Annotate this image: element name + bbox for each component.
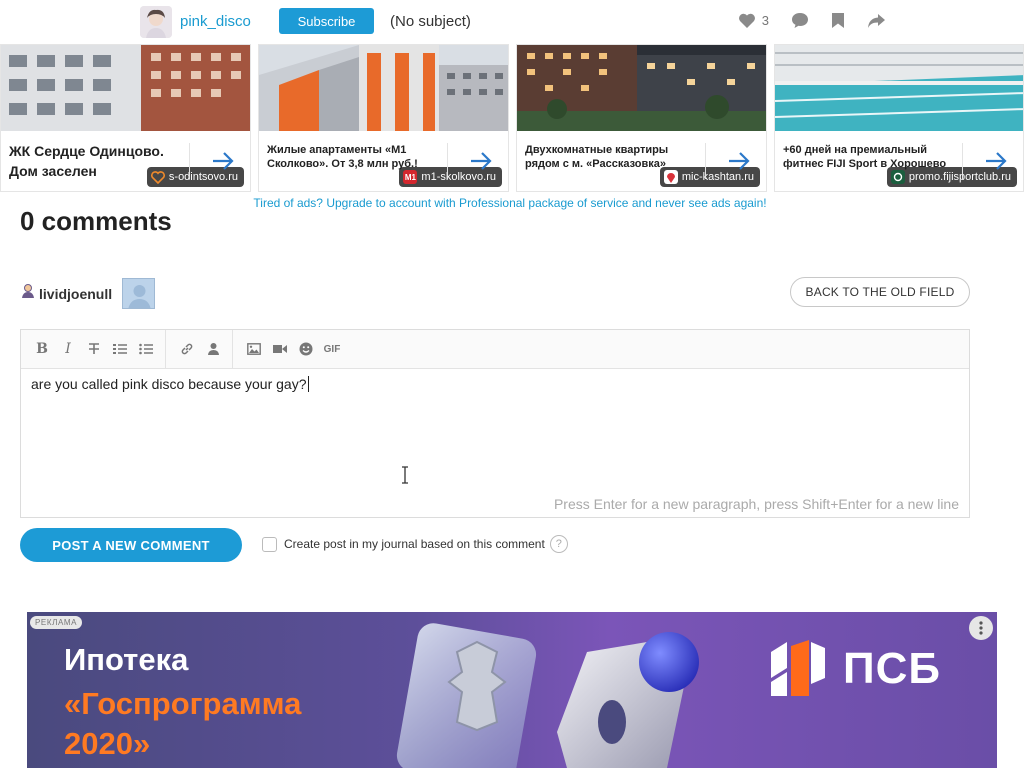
user-mention-button[interactable] xyxy=(200,336,226,362)
strikethrough-button[interactable] xyxy=(81,336,107,362)
banner-ad[interactable]: РЕКЛАМА Ипотека «Госпрограмма 2020» ПСБ xyxy=(27,612,997,768)
author-avatar[interactable] xyxy=(122,278,156,309)
ad-label: РЕКЛАМА xyxy=(30,616,83,629)
author-name[interactable]: lividjoenull xyxy=(39,286,112,302)
comment-author: lividjoenull xyxy=(20,278,156,309)
link-button[interactable] xyxy=(174,336,200,362)
fiji-logo-icon xyxy=(890,170,905,184)
text-caret xyxy=(307,376,309,392)
video-button[interactable] xyxy=(267,336,293,362)
image-icon xyxy=(247,343,261,355)
divider xyxy=(447,143,448,179)
post-subject: (No subject) xyxy=(390,13,471,30)
psb-logo: ПСБ xyxy=(767,638,941,700)
m1-logo-icon: M1 xyxy=(403,170,418,184)
comment-editor: B I GIF are you called pink disco becaus… xyxy=(20,329,970,518)
pin-icon xyxy=(663,170,678,184)
ad-title: ЖК Сердце Одинцово. Дом заселен xyxy=(9,143,164,179)
format-group: B I xyxy=(29,330,165,368)
like-button[interactable]: 3 xyxy=(738,13,769,29)
smiley-icon xyxy=(299,342,313,356)
strikethrough-icon xyxy=(89,343,99,354)
ad-card[interactable]: mic-kashtan.ru Двухкомнатные квартиры ря… xyxy=(516,44,767,192)
arrow-right-icon[interactable] xyxy=(728,152,750,175)
post-header-bar: pink_disco Subscribe (No subject) 3 xyxy=(0,0,1024,44)
divider xyxy=(705,143,706,179)
italic-button[interactable]: I xyxy=(55,336,81,362)
create-post-label[interactable]: Create post in my journal based on this … xyxy=(284,537,545,551)
ad-image-courtyard xyxy=(517,45,766,131)
comment-textarea[interactable]: are you called pink disco because your g… xyxy=(31,376,309,392)
bullet-list-icon xyxy=(139,343,153,355)
ad-title: +60 дней на премиальный фитнес FIJI Spor… xyxy=(783,144,947,170)
comments-heading: 0 comments xyxy=(20,206,172,236)
likes-count: 3 xyxy=(761,13,769,28)
arrow-right-icon[interactable] xyxy=(212,152,234,175)
divider xyxy=(962,143,963,179)
media-group: GIF xyxy=(232,330,351,368)
back-to-old-field-button[interactable]: BACK TO THE OLD FIELD xyxy=(790,277,970,307)
text-cursor-icon xyxy=(401,466,409,489)
ad-image-building xyxy=(1,45,250,131)
post-comment-button[interactable]: POST A NEW COMMENT xyxy=(20,528,242,562)
emoji-button[interactable] xyxy=(293,336,319,362)
user-icon xyxy=(207,343,219,355)
heart-icon xyxy=(738,13,756,29)
psb-logo-icon xyxy=(771,640,825,696)
help-icon[interactable]: ? xyxy=(549,535,568,553)
arrow-right-icon[interactable] xyxy=(985,152,1007,175)
arrow-right-icon[interactable] xyxy=(470,152,492,175)
user-icon[interactable] xyxy=(20,283,36,304)
ad-card[interactable]: M1 m1-skolkovo.ru Жилые апартаменты «М1 … xyxy=(258,44,509,192)
editor-hint: Press Enter for a new paragraph, press S… xyxy=(553,496,959,512)
ad-card[interactable]: promo.fijisportclub.ru +60 дней на преми… xyxy=(774,44,1024,192)
image-button[interactable] xyxy=(241,336,267,362)
username-link[interactable]: pink_disco xyxy=(180,13,251,30)
more-options-icon[interactable] xyxy=(969,616,993,640)
ad-image-orange-buildings xyxy=(259,45,508,131)
create-post-checkbox[interactable] xyxy=(262,536,277,552)
create-post-option: Create post in my journal based on this … xyxy=(262,535,568,553)
comment-icon[interactable] xyxy=(791,12,809,29)
video-icon xyxy=(273,345,287,353)
ad-cards: s-odintsovo.ru ЖК Сердце Одинцово. Дом з… xyxy=(0,44,1024,194)
post-actions: 3 xyxy=(738,12,886,29)
ad-title: Жилые апартаменты «М1 Сколково». От 3,8 … xyxy=(267,144,418,170)
bold-button[interactable]: B xyxy=(29,336,55,362)
link-icon xyxy=(181,343,193,355)
ad-title: Двухкомнатные квартиры рядом с м. «Расск… xyxy=(525,144,669,170)
insert-group xyxy=(165,330,232,368)
ad-image-pool xyxy=(775,45,1023,131)
share-icon[interactable] xyxy=(867,13,886,29)
gif-button[interactable]: GIF xyxy=(319,336,345,362)
bullet-list-button[interactable] xyxy=(133,336,159,362)
bookmark-icon[interactable] xyxy=(831,12,845,29)
ad-card[interactable]: s-odintsovo.ru ЖК Сердце Одинцово. Дом з… xyxy=(0,44,251,192)
user-avatar[interactable] xyxy=(140,6,172,38)
editor-toolbar: B I GIF xyxy=(21,330,969,369)
subscribe-button[interactable]: Subscribe xyxy=(279,8,374,34)
numbered-list-button[interactable] xyxy=(107,336,133,362)
brand-name: ПСБ xyxy=(843,644,942,693)
divider xyxy=(189,143,190,179)
banner-subheadline: «Госпрограмма 2020» xyxy=(64,686,302,761)
numbered-list-icon xyxy=(113,344,127,354)
banner-headline: Ипотека xyxy=(64,642,189,677)
